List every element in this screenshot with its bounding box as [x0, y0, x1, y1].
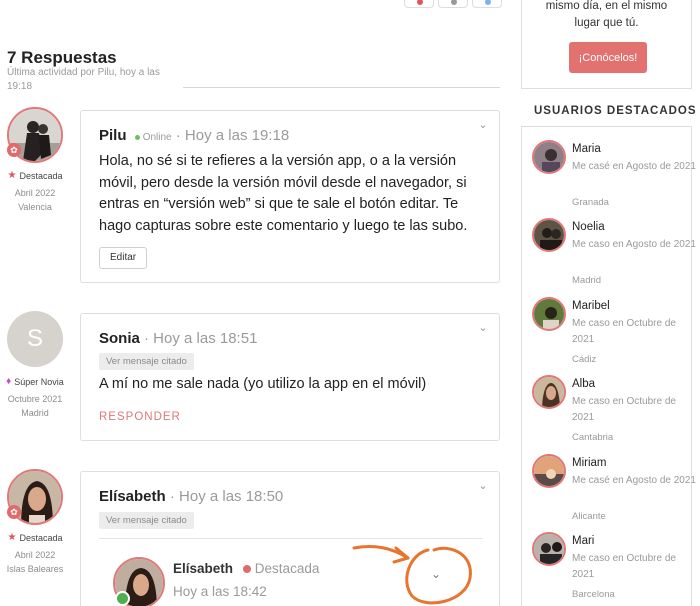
- featured-user-avatar[interactable]: [532, 140, 566, 174]
- featured-user-wedding: Me casé en Agosto de 2021: [572, 475, 696, 486]
- featured-user-name[interactable]: Miriam: [572, 457, 607, 469]
- post-body: A mí no me sale nada (yo utilizo la app …: [99, 376, 427, 392]
- annotation-arrow-circle: [352, 544, 472, 605]
- twitter-share-icon[interactable]: [472, 0, 502, 8]
- featured-user-avatar[interactable]: [532, 454, 566, 488]
- reply-link[interactable]: RESPONDER: [99, 411, 181, 423]
- star-icon: ★: [7, 532, 17, 543]
- featured-user-location: Madrid: [572, 275, 602, 286]
- post-author-name[interactable]: Pilu: [99, 127, 127, 144]
- author-badge-label: Destacada: [19, 171, 63, 181]
- online-dot-icon: [115, 591, 130, 606]
- featured-user-avatar[interactable]: [532, 297, 566, 331]
- post-time: · Hoy a las 19:18: [175, 127, 290, 144]
- author-joined: Abril 2022: [14, 188, 56, 198]
- post-card: ⌄ Pilu Online · Hoy a las 19:18 Hola, no…: [80, 110, 500, 283]
- post-header: Sonia · Hoy a las 18:51: [99, 330, 257, 347]
- quoted-author-name[interactable]: Elísabeth: [173, 561, 233, 576]
- author-joined: Octubre 2021: [7, 394, 63, 404]
- author-badge-label: Destacada: [19, 533, 63, 543]
- thread-last-activity: Última actividad por Pilu, hoy a las 19:…: [7, 67, 160, 92]
- divider: [183, 87, 500, 88]
- featured-user-location: Cantabria: [572, 432, 614, 443]
- quoted-author: Elísabeth Destacada: [173, 561, 319, 576]
- post-author-name[interactable]: Sonia: [99, 330, 140, 347]
- featured-badge-icon: ✿: [7, 143, 21, 157]
- featured-user-name[interactable]: Mari: [572, 535, 594, 547]
- avatar[interactable]: ✿: [7, 107, 63, 163]
- diamond-icon: ♦: [6, 376, 12, 387]
- featured-user-avatar[interactable]: [532, 218, 566, 252]
- author-location: Madrid: [21, 408, 49, 418]
- chevron-down-icon[interactable]: ⌄: [477, 119, 489, 131]
- quoted-author-badge: Destacada: [242, 561, 320, 576]
- avatar[interactable]: S: [7, 311, 63, 367]
- online-label: Online: [142, 132, 172, 143]
- post-author-info: ✿ ★ Destacada Abril 2022 Valencia: [0, 107, 70, 214]
- view-quoted-message[interactable]: Ver mensaje citado: [99, 512, 194, 529]
- pinterest-share-icon[interactable]: [404, 0, 434, 8]
- post-time: · Hoy a las 18:51: [144, 330, 258, 347]
- author-location: Valencia: [18, 202, 52, 212]
- view-quoted-message[interactable]: Ver mensaje citado: [99, 353, 194, 370]
- thread-title: 7 Respuestas: [7, 48, 117, 67]
- featured-user-avatar[interactable]: [532, 375, 566, 409]
- meet-them-button[interactable]: ¡Conócelos!: [569, 42, 647, 73]
- promo-text: mismo día, en el mismo lugar que tú.: [545, 0, 668, 29]
- edit-button[interactable]: Editar: [99, 247, 148, 269]
- author-badge: ★ Destacada: [0, 169, 70, 183]
- featured-user-name[interactable]: Maria: [572, 143, 601, 155]
- author-badge-label: Súper Novia: [14, 377, 64, 387]
- featured-users-title: USUARIOS DESTACADOS: [534, 105, 697, 117]
- star-icon: ★: [7, 170, 17, 181]
- featured-user-wedding: Me caso en Agosto de 2021: [572, 239, 696, 250]
- chevron-down-icon[interactable]: ⌄: [477, 322, 489, 334]
- featured-user-wedding: Me casé en Agosto de 2021: [572, 161, 696, 172]
- featured-user-name[interactable]: Noelia: [572, 221, 605, 233]
- quoted-time: Hoy a las 18:42: [173, 584, 267, 599]
- featured-user-wedding: Me caso en Octubre de 2021: [572, 396, 676, 423]
- featured-user-name[interactable]: Alba: [572, 378, 595, 390]
- featured-users-list: Maria Me casé en Agosto de 2021 Granada …: [521, 126, 696, 606]
- avatar[interactable]: ✿: [7, 469, 63, 525]
- featured-user-avatar[interactable]: [532, 532, 566, 566]
- author-badge: ★ Destacada: [0, 531, 70, 545]
- post-author-info: S ♦ Súper Novia Octubre 2021 Madrid: [0, 311, 70, 420]
- share-buttons: [404, 0, 502, 8]
- post-time: · Hoy a las 18:50: [169, 488, 284, 505]
- post-header: Elísabeth · Hoy a las 18:50: [99, 488, 283, 505]
- post-card: ⌄ Sonia · Hoy a las 18:51 Ver mensaje ci…: [80, 313, 500, 441]
- featured-user-location: Granada: [572, 197, 609, 208]
- quoted-badge-label: Destacada: [254, 561, 320, 576]
- author-badge: ♦ Súper Novia: [0, 375, 70, 389]
- featured-user-name[interactable]: Maribel: [572, 300, 610, 312]
- post-header: Pilu Online · Hoy a las 19:18: [99, 127, 289, 144]
- promo-box: mismo día, en el mismo lugar que tú. ¡Co…: [521, 0, 692, 89]
- post-body: Hola, no sé si te refieres a la versión …: [99, 153, 468, 234]
- chevron-down-icon[interactable]: ⌄: [477, 480, 489, 492]
- online-dot-icon: [134, 134, 140, 140]
- featured-user-wedding: Me caso en Octubre de 2021: [572, 553, 676, 580]
- avatar-letter: S: [26, 325, 43, 352]
- facebook-share-icon[interactable]: [438, 0, 468, 8]
- author-joined: Abril 2022: [14, 550, 56, 560]
- featured-user-wedding: Me caso en Octubre de 2021: [572, 318, 676, 345]
- post-author-info: ✿ ★ Destacada Abril 2022 Islas Baleares: [0, 469, 70, 576]
- featured-user-location: Barcelona: [572, 589, 615, 600]
- online-status: Online: [134, 132, 172, 143]
- featured-user-location: Alicante: [572, 511, 606, 522]
- badge-dot-icon: [242, 565, 251, 574]
- author-location: Islas Baleares: [6, 564, 64, 574]
- featured-user-location: Cádiz: [572, 354, 597, 365]
- featured-badge-icon: ✿: [7, 505, 21, 519]
- post-author-name[interactable]: Elísabeth: [99, 488, 166, 505]
